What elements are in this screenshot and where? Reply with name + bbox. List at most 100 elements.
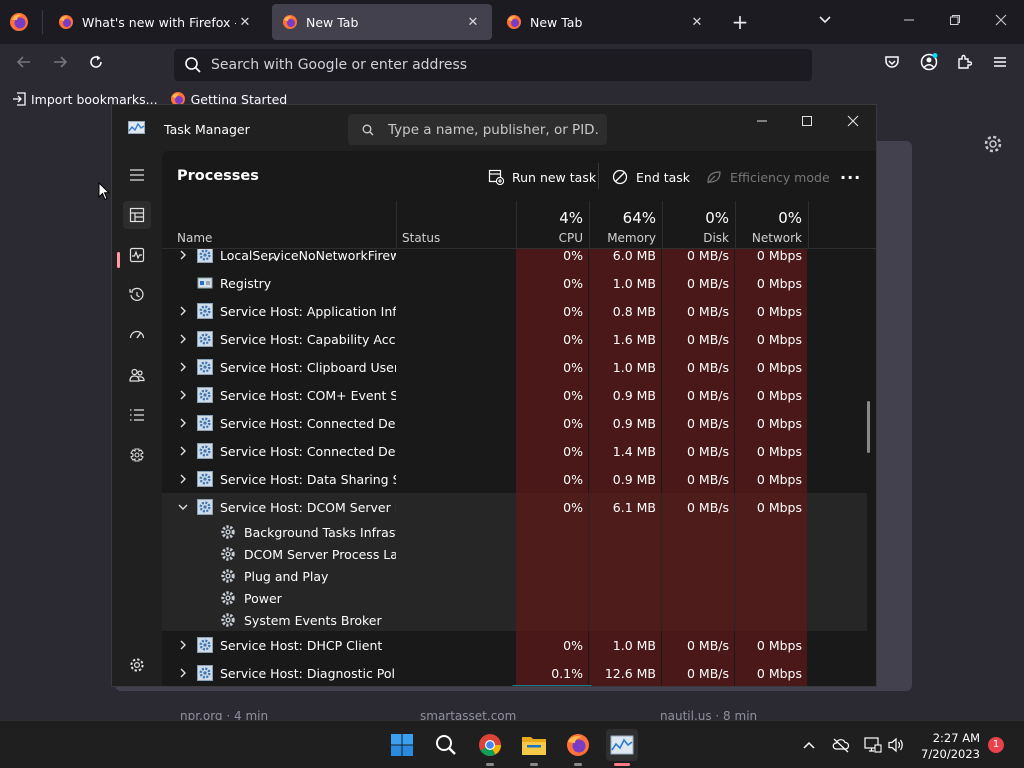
nav-details[interactable] [123, 401, 151, 429]
column-cpu-header[interactable]: 4% CPU [516, 201, 589, 249]
column-disk-header[interactable]: 0% Disk [662, 201, 735, 249]
taskbar-firefox[interactable] [562, 729, 594, 761]
end-task-button[interactable]: End task [612, 167, 690, 187]
process-row[interactable]: Service Host: Connected Devi... 0% 1.4 MB 0… [162, 437, 867, 465]
child-service-row[interactable]: Power [162, 587, 867, 609]
close-tab-icon[interactable]: ✕ [236, 15, 254, 30]
browser-minimize-button[interactable] [894, 10, 924, 34]
reload-button[interactable] [84, 53, 108, 77]
chevron-right-icon[interactable] [178, 666, 188, 680]
child-service-row[interactable]: System Events Broker [162, 609, 867, 631]
nav-users[interactable] [123, 361, 151, 389]
browser-restore-button[interactable] [940, 10, 970, 34]
memory-value: 1.0 MB [612, 276, 656, 291]
browser-close-button[interactable] [986, 10, 1016, 34]
process-row[interactable]: Service Host: DHCP Client 0% 1.0 MB 0 MB/s 0… [162, 631, 867, 659]
taskbar-file-explorer[interactable] [518, 729, 550, 761]
forward-button[interactable] [48, 53, 72, 77]
process-row[interactable]: Service Host: Connected Devi... 0% 0.9 MB 0… [162, 409, 867, 437]
start-button[interactable] [386, 729, 418, 761]
process-row[interactable]: Registry 0% 1.0 MB 0 MB/s 0 Mbps [162, 269, 867, 297]
service-host-icon [197, 249, 213, 263]
nav-settings[interactable] [123, 651, 151, 679]
process-row[interactable]: Service Host: COM+ Event Sys... 0% 0.9 MB 0… [162, 381, 867, 409]
nav-toggle-button[interactable] [123, 161, 151, 189]
tray-cloud-button[interactable] [832, 736, 850, 754]
show-hidden-icons-button[interactable] [800, 736, 818, 754]
firefox-menu-icon[interactable] [8, 11, 30, 33]
process-row[interactable]: Service Host: DCOM Server Pr... 0% 6.1 MB 0… [162, 493, 867, 521]
taskbar-chrome[interactable] [474, 729, 506, 761]
personalize-gear-icon[interactable] [983, 134, 1003, 154]
chevron-down-icon[interactable] [178, 500, 188, 514]
disk-label: Disk [703, 231, 729, 245]
process-search-box[interactable] [348, 114, 607, 145]
account-button[interactable] [917, 53, 941, 77]
task-manager-titlebar[interactable]: Task Manager [112, 105, 876, 151]
address-bar[interactable] [174, 49, 812, 81]
chevron-right-icon[interactable] [178, 416, 188, 430]
chevron-right-icon[interactable] [178, 332, 188, 346]
horizontal-scrollbar-thumb[interactable] [512, 685, 592, 686]
column-name-header[interactable]: Name [177, 231, 212, 245]
cpu-label: CPU [558, 231, 583, 245]
process-row[interactable]: Service Host: Clipboard User S... 0% 1.0 M… [162, 353, 867, 381]
nav-processes[interactable] [123, 201, 151, 229]
more-options-button[interactable]: ··· [840, 167, 861, 187]
pocket-button[interactable] [880, 53, 904, 77]
column-status-header[interactable]: Status [402, 231, 440, 245]
system-clock[interactable]: 2:27 AM 7/20/2023 [912, 730, 980, 762]
process-row[interactable]: Service Host: Capability Acces... 0% 1.6 M… [162, 325, 867, 353]
child-service-row[interactable]: DCOM Server Process Lau... [162, 543, 867, 565]
chevron-right-icon[interactable] [178, 360, 188, 374]
chevron-right-icon[interactable] [178, 388, 188, 402]
chevron-right-icon[interactable] [178, 249, 188, 262]
nav-app-history[interactable] [123, 281, 151, 309]
nav-performance[interactable] [123, 241, 151, 269]
nav-startup-apps[interactable] [123, 321, 151, 349]
process-row[interactable]: Service Host: Diagnostic Polic... 0.1% 12.… [162, 659, 867, 686]
browser-tab-new-tab[interactable]: New Tab ✕ [496, 4, 716, 40]
taskbar-search-button[interactable] [430, 729, 462, 761]
chevron-right-icon[interactable] [178, 472, 188, 486]
efficiency-mode-button[interactable]: Efficiency mode [706, 167, 830, 187]
minimize-icon [904, 19, 914, 21]
tray-volume-button[interactable] [887, 736, 905, 754]
close-tab-icon[interactable]: ✕ [688, 15, 706, 30]
app-menu-button[interactable] [988, 53, 1012, 77]
process-search-input[interactable] [388, 121, 598, 138]
back-button[interactable] [12, 53, 36, 77]
taskbar-task-manager[interactable] [606, 729, 638, 761]
chevron-right-icon[interactable] [178, 304, 188, 318]
address-input[interactable] [211, 57, 771, 73]
process-row[interactable]: LocalServiceNoNetworkFirewa... 0% 6.0 MB 0 … [162, 249, 867, 269]
child-service-row[interactable]: Plug and Play [162, 565, 867, 587]
notification-badge[interactable]: 1 [988, 737, 1004, 753]
memory-heat-cell [589, 609, 661, 631]
browser-tab-new-tab-active[interactable]: New Tab ✕ [272, 4, 492, 40]
memory-heat-cell [589, 543, 661, 565]
new-tab-button[interactable]: + [727, 10, 753, 34]
vertical-scrollbar-thumb[interactable] [867, 401, 870, 453]
browser-tab-whats-new[interactable]: What's new with Firefox - More ✕ [48, 4, 264, 40]
close-tab-icon[interactable]: ✕ [464, 15, 482, 30]
child-service-row[interactable]: Background Tasks Infrastr... [162, 521, 867, 543]
tm-maximize-button[interactable] [787, 109, 827, 137]
tm-minimize-button[interactable] [742, 109, 782, 137]
column-memory-header[interactable]: 64% Memory [589, 201, 662, 249]
nav-services[interactable] [123, 441, 151, 469]
chevron-right-icon[interactable] [178, 444, 188, 458]
process-row[interactable]: Service Host: Data Sharing Ser... 0% 0.9 M… [162, 465, 867, 493]
tray-network-button[interactable] [864, 736, 882, 754]
run-new-task-button[interactable]: Run new task [488, 167, 596, 187]
extensions-button[interactable] [952, 53, 976, 77]
memory-value: 0.8 MB [612, 304, 656, 319]
network-value: 0 Mbps [756, 416, 802, 431]
cpu-value: 0% [563, 332, 583, 347]
column-network-header[interactable]: 0% Network [735, 201, 808, 249]
tm-close-button[interactable] [833, 109, 873, 137]
list-all-tabs-button[interactable] [812, 10, 838, 34]
process-row[interactable]: Service Host: Application Infor... 0% 0.8 … [162, 297, 867, 325]
network-value: 0 Mbps [756, 249, 802, 263]
chevron-right-icon[interactable] [178, 638, 188, 652]
